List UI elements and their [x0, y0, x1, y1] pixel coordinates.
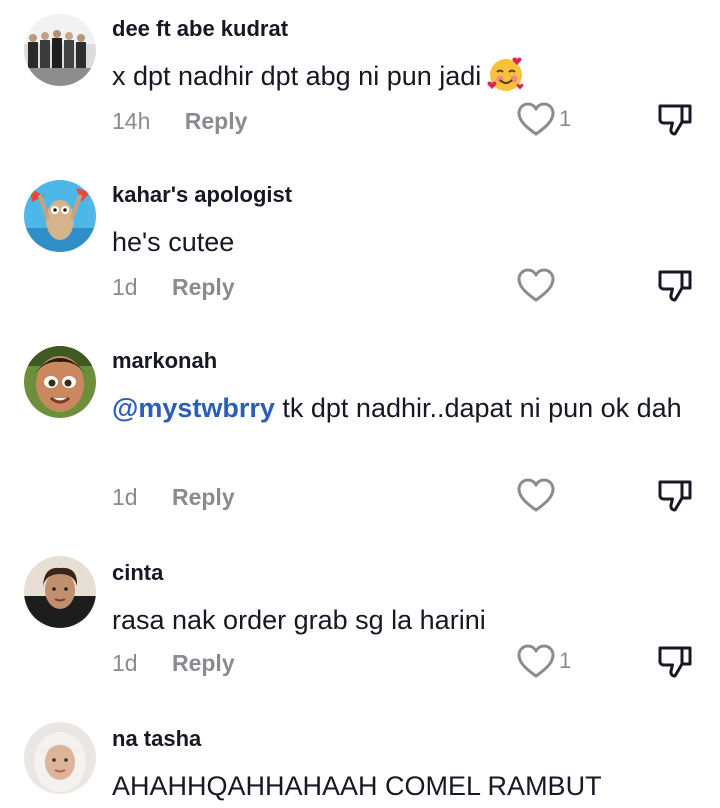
- username[interactable]: na tasha: [112, 726, 201, 752]
- timestamp: 14h: [112, 108, 151, 134]
- comment-text: x dpt nadhir dpt abg ni pun jadi: [112, 54, 692, 98]
- thumbs-down-icon: [658, 104, 692, 136]
- avatar[interactable]: [24, 556, 96, 628]
- like-button[interactable]: [517, 268, 577, 308]
- thumbs-down-icon: [658, 480, 692, 512]
- like-button[interactable]: [517, 478, 577, 518]
- like-count: 1: [559, 106, 572, 131]
- comment-meta: 1d Reply: [112, 274, 235, 301]
- username[interactable]: cinta: [112, 560, 163, 586]
- user-mention-link[interactable]: @mystwbrry: [112, 393, 275, 423]
- dislike-button[interactable]: [656, 266, 696, 306]
- comment-text: he's cutee: [112, 227, 235, 257]
- thumbs-down-icon: [658, 270, 692, 302]
- comment-text: @mystwbrry tk dpt nadhir..dapat ni pun o…: [112, 386, 692, 430]
- avatar[interactable]: [24, 180, 96, 252]
- dislike-button[interactable]: [656, 100, 696, 140]
- comment-meta: 14h Reply: [112, 108, 247, 135]
- reply-button[interactable]: Reply: [172, 274, 235, 301]
- dislike-button[interactable]: [656, 476, 696, 516]
- username[interactable]: markonah: [112, 348, 217, 374]
- comment-meta: 1d Reply: [112, 650, 235, 677]
- comment-meta: 1d Reply: [112, 484, 235, 511]
- timestamp: 1d: [112, 650, 138, 676]
- heart-icon: [517, 268, 555, 302]
- avatar[interactable]: [24, 14, 96, 86]
- dislike-button[interactable]: [656, 642, 696, 682]
- smiling-face-with-hearts-icon: [487, 55, 525, 93]
- comment-text-content: tk dpt nadhir..dapat ni pun ok dah: [274, 393, 682, 423]
- timestamp: 1d: [112, 484, 138, 510]
- username[interactable]: kahar's apologist: [112, 182, 292, 208]
- like-count: 1: [559, 648, 572, 673]
- comment-text: AHAHHQAHHAHAAH COMEL RAMBUT: [112, 771, 602, 801]
- thumbs-down-icon: [658, 646, 692, 678]
- username[interactable]: dee ft abe kudrat: [112, 16, 288, 42]
- timestamp: 1d: [112, 274, 138, 300]
- reply-button[interactable]: Reply: [185, 108, 248, 135]
- avatar[interactable]: [24, 346, 96, 418]
- reply-button[interactable]: Reply: [172, 484, 235, 511]
- avatar[interactable]: [24, 722, 96, 794]
- heart-icon: [517, 478, 555, 512]
- heart-icon: [517, 102, 555, 136]
- comment-text-content: x dpt nadhir dpt abg ni pun jadi: [112, 61, 482, 91]
- heart-icon: [517, 644, 555, 678]
- like-button[interactable]: 1: [517, 644, 577, 684]
- like-button[interactable]: 1: [517, 102, 577, 142]
- comment-text: rasa nak order grab sg la harini: [112, 605, 486, 635]
- reply-button[interactable]: Reply: [172, 650, 235, 677]
